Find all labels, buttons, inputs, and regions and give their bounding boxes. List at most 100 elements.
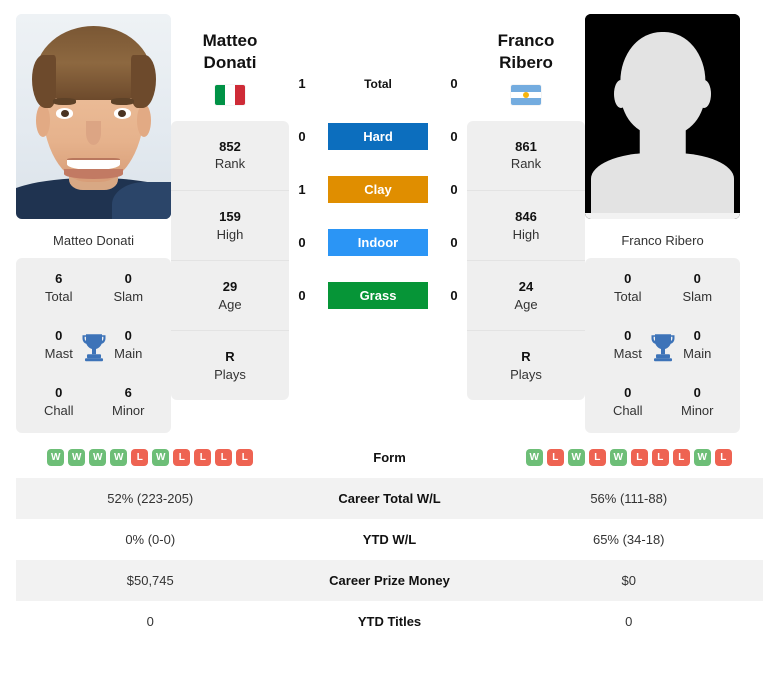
- rank-cell-plays: R Plays: [214, 349, 246, 382]
- form-badge-loss: L: [215, 449, 233, 467]
- left-player-photo-column: Matteo Donati 6 Total 0 Slam 0 Mast 0 Ma…: [16, 14, 171, 434]
- titles-total: 6 Total: [45, 271, 73, 304]
- left-player-info-column: Matteo Donati 852 Rank 159 High 29 Age R…: [171, 14, 289, 401]
- form-badge-win: W: [567, 449, 585, 467]
- left-player-rank-card: 852 Rank 159 High 29 Age R Plays: [171, 120, 289, 401]
- table-row: $50,745 Career Prize Money $0: [16, 560, 763, 602]
- h2h-row-total: 1 Total 0: [289, 70, 467, 97]
- titles-minor: 0 Minor: [680, 385, 714, 418]
- surface-pill-grass[interactable]: Grass: [328, 282, 428, 309]
- left-player-caption: Matteo Donati: [53, 233, 134, 248]
- rank-cell-age: 24 Age: [467, 261, 585, 332]
- player-portrait-image: [16, 14, 171, 219]
- titles-slam: 0 Slam: [113, 271, 144, 304]
- form-badge-win: W: [89, 449, 107, 467]
- right-value-form: WLWLWLLLWL: [495, 449, 764, 467]
- row-label-prize_money: Career Prize Money: [329, 573, 450, 589]
- h2h-grass-right: 0: [450, 288, 458, 303]
- rank-cell-age: 29 Age: [171, 261, 289, 332]
- form-badge-loss: L: [236, 449, 254, 467]
- flag-italy-icon: [215, 84, 245, 105]
- h2h-indoor-left: 0: [298, 235, 306, 250]
- h2h-total-right: 0: [450, 76, 458, 91]
- left-value-form: WWWWLWLLLL: [16, 449, 285, 467]
- surface-pill-indoor[interactable]: Indoor: [328, 229, 428, 256]
- left-form-badges: WWWWLWLLLL: [16, 449, 285, 467]
- right-player-info-column: Franco Ribero 861 Rank 846 High 24 Age R…: [467, 14, 585, 401]
- right-value-prize_money: $0: [621, 573, 636, 589]
- form-badge-win: W: [152, 449, 170, 467]
- form-badge-loss: L: [630, 449, 648, 467]
- right-player-photo[interactable]: [585, 14, 740, 219]
- left-value-prize_money: $50,745: [126, 573, 174, 589]
- rank-cell-rank: 852 Rank: [171, 121, 289, 191]
- left-value-career_wl: 52% (223-205): [107, 491, 194, 507]
- form-badge-loss: L: [173, 449, 191, 467]
- player-comparison-page: Matteo Donati 6 Total 0 Slam 0 Mast 0 Ma…: [0, 0, 779, 699]
- form-badge-loss: L: [651, 449, 669, 467]
- titles-total: 0 Total: [614, 271, 642, 304]
- titles-slam: 0 Slam: [682, 271, 713, 304]
- form-badge-loss: L: [131, 449, 149, 467]
- left-value-ytd_titles: 0: [146, 614, 154, 630]
- right-player-titles-card: 0 Total 0 Slam 0 Mast 0 Main 0 Chall 0 M…: [585, 258, 740, 434]
- trophy-icon: [651, 333, 674, 361]
- h2h-hard-left: 0: [298, 129, 306, 144]
- flag-argentina-icon: [511, 84, 541, 105]
- player-silhouette-placeholder-image: [585, 14, 740, 219]
- titles-minor: 6 Minor: [111, 385, 145, 418]
- h2h-row-indoor: 0 Indoor 0: [289, 229, 467, 256]
- row-label-career_wl: Career Total W/L: [338, 491, 441, 507]
- h2h-grass-left: 0: [298, 288, 306, 303]
- h2h-row-hard: 0 Hard 0: [289, 123, 467, 150]
- h2h-clay-right: 0: [450, 182, 458, 197]
- form-badge-win: W: [693, 449, 711, 467]
- table-row: 52% (223-205) Career Total W/L 56% (111-88…: [16, 478, 763, 520]
- right-form-badges: WLWLWLLLWL: [495, 449, 764, 467]
- left-player-titles-card: 6 Total 0 Slam 0 Mast 0 Main 0 Chall 6 M…: [16, 258, 171, 434]
- left-player-photo[interactable]: [16, 14, 171, 219]
- table-row: W W W W L W L L L L Form W L W L W L L L W L: [16, 437, 764, 479]
- form-badge-win: W: [110, 449, 128, 467]
- rank-cell-high: 846 High: [467, 191, 585, 262]
- form-badge-loss: L: [194, 449, 212, 467]
- right-player-name[interactable]: Franco Ribero: [467, 30, 585, 75]
- titles-chall: 0 Chall: [43, 385, 74, 418]
- right-player-rank-card: 861 Rank 846 High 24 Age R Plays: [467, 120, 585, 401]
- right-player-caption: Franco Ribero: [621, 233, 704, 248]
- table-row: 0% (0-0) YTD W/L 65% (34-18): [16, 519, 763, 561]
- form-badge-win: W: [68, 449, 86, 467]
- h2h-row-grass: 0 Grass 0: [289, 282, 467, 309]
- comparison-header: Matteo Donati 6 Total 0 Slam 0 Mast 0 Ma…: [0, 0, 779, 434]
- head-to-head-column: 1 Total 0 0 Hard 0 1 Clay 0 0 Indoor 0 0 Grass 0: [289, 14, 467, 335]
- h2h-indoor-right: 0: [450, 235, 458, 250]
- right-value-career_wl: 56% (111-88): [590, 491, 668, 507]
- h2h-hard-right: 0: [450, 129, 458, 144]
- form-badge-win: W: [525, 449, 543, 467]
- rank-cell-rank: 861 Rank: [467, 121, 585, 191]
- row-label-ytd_titles: YTD Titles: [357, 614, 422, 630]
- form-badge-loss: L: [546, 449, 564, 467]
- h2h-total-label: Total: [364, 76, 392, 91]
- h2h-row-clay: 1 Clay 0: [289, 176, 467, 203]
- comparison-stats-table: W W W W L W L L L L Form W L W L W L L L W L 52% (223-205) Car…: [0, 433, 779, 643]
- table-row: 0 YTD Titles 0: [16, 601, 763, 643]
- right-value-ytd_wl: 65% (34-18): [592, 532, 665, 548]
- form-badge-loss: L: [588, 449, 606, 467]
- form-badge-loss: L: [672, 449, 690, 467]
- surface-pill-hard[interactable]: Hard: [328, 123, 428, 150]
- form-badge-loss: L: [714, 449, 732, 467]
- h2h-clay-left: 1: [298, 182, 306, 197]
- row-label-ytd_wl: YTD W/L: [362, 532, 417, 548]
- rank-cell-high: 159 High: [171, 191, 289, 262]
- surface-pill-clay[interactable]: Clay: [328, 176, 428, 203]
- left-value-ytd_wl: 0% (0-0): [125, 532, 176, 548]
- right-value-ytd_titles: 0: [625, 614, 633, 630]
- right-player-photo-column: Franco Ribero 0 Total 0 Slam 0 Mast 0 Ma…: [585, 14, 740, 434]
- form-badge-win: W: [609, 449, 627, 467]
- trophy-icon: [82, 333, 105, 361]
- row-label-form: Form: [373, 450, 406, 466]
- h2h-total-left: 1: [298, 76, 306, 91]
- titles-chall: 0 Chall: [612, 385, 643, 418]
- left-player-name[interactable]: Matteo Donati: [171, 30, 289, 75]
